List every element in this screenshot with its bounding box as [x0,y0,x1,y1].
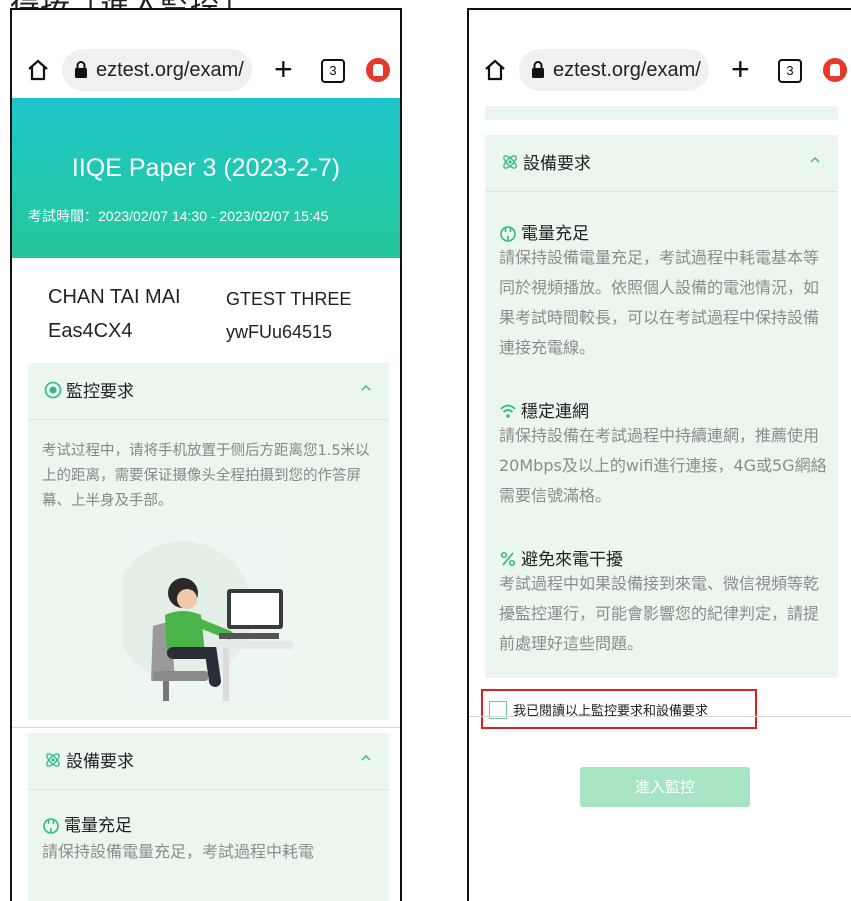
battery-title-text: 電量充足 [521,224,589,244]
candidate-code: Eas4CX4 [48,320,133,342]
extension-icon[interactable] [823,58,847,82]
right-phone-screen: eztest.org/exam/ + 3 設備要求 電量充足 請保持設備電量充足… [467,8,851,901]
monitoring-card-bottom-edge [485,106,838,120]
left-phone-screen: eztest.org/exam/ + 3 IIQE Paper 3 (2023-… [10,8,402,901]
exam-time-label: 考試時間： [28,209,98,225]
target-icon [44,381,62,399]
home-icon[interactable] [26,58,50,82]
chevron-up-icon[interactable] [810,155,820,165]
chevron-up-icon[interactable] [361,383,371,393]
home-icon[interactable] [483,58,507,82]
battery-text-partial: 請保持設備電量充足，考試過程中耗電 [42,842,315,859]
bottom-divider [469,716,851,717]
plug-icon [500,226,516,242]
exam-title: IIQE Paper 3 (2023-2-7) [71,154,341,182]
battery-text: 請保持設備電量充足，考試過程中耗電基本等同於視頻播放。依照個人設備的電池情況，如… [499,248,820,357]
enter-monitoring-button[interactable]: 進入監控 [580,767,750,807]
person-at-laptop-illustration [123,531,293,701]
url-text: eztest.org/exam/ [96,59,244,81]
new-tab-icon[interactable]: + [731,53,750,85]
equipment-card-header[interactable]: 設備要求 [28,733,389,790]
monitoring-card-header[interactable]: 監控要求 [28,363,389,420]
atom-icon [46,753,60,767]
atom-icon [503,155,517,169]
chevron-up-icon[interactable] [361,753,371,763]
monitoring-title: 監控要求 [66,382,134,402]
wifi-icon [500,404,516,418]
network-text: 請保持設備在考試過程中持續連網，推薦使用20Mbps及以上的wifi進行連接，4… [499,426,827,505]
equipment-title: 設備要求 [66,752,134,772]
interference-text: 考試過程中如果設備接到來電、微信視頻等乾擾監控運行，可能會影響您的紀律判定，請提… [499,574,820,653]
lock-icon [75,61,87,78]
equipment-card: 設備要求 電量充足 請保持設備電量充足，考試過程中耗電基本等同於視頻播放。依照個… [485,135,838,678]
new-tab-icon[interactable]: + [274,53,293,85]
interference-title-text: 避免來電干擾 [521,550,623,570]
candidate-name-alt: GTEST THREE [226,289,352,309]
battery-section-title: 電量充足 [499,219,589,244]
tab-count-icon[interactable]: 3 [321,59,345,83]
equipment-card-header[interactable]: 設備要求 [485,135,838,192]
network-title-text: 穩定連網 [521,402,589,422]
address-bar[interactable]: eztest.org/exam/ [62,49,252,91]
candidate-code-alt: ywFUu64515 [226,322,333,342]
bottom-divider [12,727,400,728]
battery-title-text: 電量充足 [64,816,132,836]
url-text: eztest.org/exam/ [553,59,701,81]
exam-banner: IIQE Paper 3 (2023-2-7) 考試時間：2023/02/07 … [12,98,400,258]
tab-count-icon[interactable]: 3 [778,59,802,83]
battery-section-title: 電量充足 [42,811,132,836]
agree-highlight: 我已閱讀以上監控要求和設備要求 [481,689,757,729]
network-section-title: 穩定連網 [499,397,589,422]
exam-time-range: 2023/02/07 14:30 - 2023/02/07 15:45 [98,208,329,224]
percent-icon [500,551,516,567]
monitoring-card: 監控要求 考试过程中，请将手机放置于侧后方距离您1.5米以上的距离，需要保证摄像… [28,363,389,720]
lock-icon [532,61,544,78]
interference-section-title: 避免來電干擾 [499,545,623,570]
monitoring-text: 考试过程中，请将手机放置于侧后方距离您1.5米以上的距离，需要保证摄像头全程拍摄… [42,443,370,509]
extension-icon[interactable] [366,58,390,82]
exam-time: 考試時間：2023/02/07 14:30 - 2023/02/07 15:45 [28,206,328,226]
equipment-card: 設備要求 電量充足 請保持設備電量充足，考試過程中耗電 [28,733,389,901]
candidate-name: CHAN TAI MAI [48,286,181,308]
address-bar[interactable]: eztest.org/exam/ [519,49,709,91]
browser-toolbar: eztest.org/exam/ + 3 [469,10,851,106]
equipment-title: 設備要求 [523,154,591,174]
plug-icon [43,818,59,834]
